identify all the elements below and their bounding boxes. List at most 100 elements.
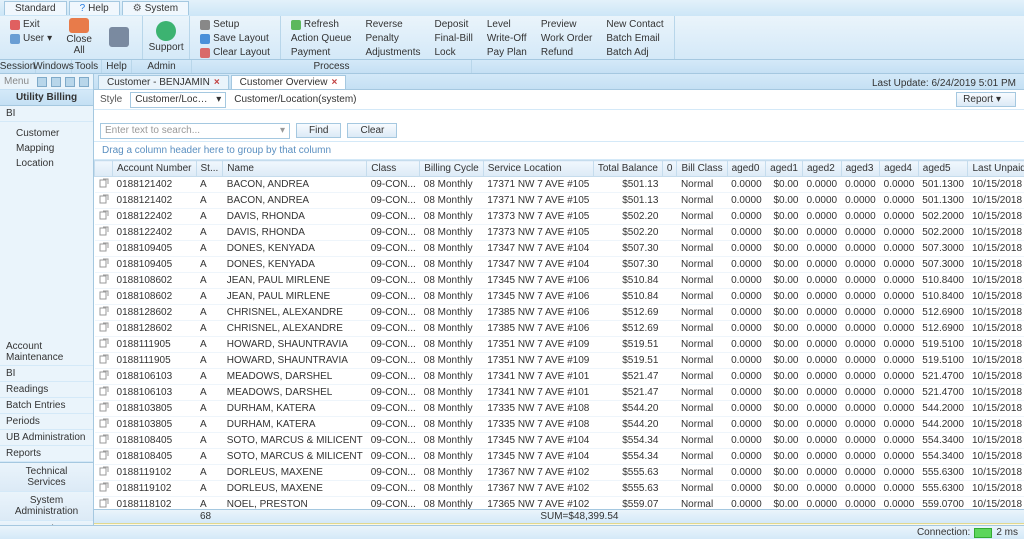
sidebar-section-bi[interactable]: BI xyxy=(0,106,93,122)
tab-standard[interactable]: Standard xyxy=(4,1,67,15)
style-combo[interactable]: Customer/Location(system)▾ xyxy=(130,92,226,108)
table-row[interactable]: 0188108602AJEAN, PAUL MIRLENE09-CON...08… xyxy=(95,273,1024,289)
table-row[interactable]: 0188111905AHOWARD, SHAUNTRAVIA09-CON...0… xyxy=(95,353,1024,369)
column-header[interactable]: aged3 xyxy=(841,161,880,177)
side-tech-services[interactable]: Technical Services xyxy=(0,463,93,492)
write-off-button[interactable]: Write-Off xyxy=(483,32,531,45)
column-header[interactable]: Total Balance xyxy=(593,161,662,177)
preview-button[interactable]: Preview xyxy=(537,18,597,31)
row-icon xyxy=(99,178,109,188)
menu-icon[interactable] xyxy=(65,77,75,87)
work-order-button[interactable]: Work Order xyxy=(537,32,597,45)
cell: 502.2000 xyxy=(918,225,968,241)
action-queue-button[interactable]: Action Queue xyxy=(287,32,356,45)
table-row[interactable]: 0188111905AHOWARD, SHAUNTRAVIA09-CON...0… xyxy=(95,337,1024,353)
deposit-button[interactable]: Deposit xyxy=(431,18,477,31)
lock-button[interactable]: Lock xyxy=(431,46,477,59)
search-input[interactable]: Enter text to search...▾ xyxy=(100,123,290,139)
table-row[interactable]: 0188128602ACHRISNEL, ALEXANDRE09-CON...0… xyxy=(95,305,1024,321)
column-header[interactable]: Billing Cycle xyxy=(420,161,483,177)
payment-button[interactable]: Payment xyxy=(287,46,356,59)
table-row[interactable]: 0188122402ADAVIS, RHONDA09-CON...08 Mont… xyxy=(95,225,1024,241)
table-row[interactable]: 0188108405ASOTO, MARCUS & MILICENT09-CON… xyxy=(95,433,1024,449)
data-grid[interactable]: Account NumberSt...NameClassBilling Cycl… xyxy=(94,159,1024,509)
table-row[interactable]: 0188109405ADONES, KENYADA09-CON...08 Mon… xyxy=(95,241,1024,257)
side-periods[interactable]: Periods xyxy=(0,414,93,430)
side-readings[interactable]: Readings xyxy=(0,382,93,398)
new-contact-button[interactable]: New Contact xyxy=(602,18,667,31)
menu-icon[interactable] xyxy=(79,77,89,87)
tree-mapping[interactable]: Mapping xyxy=(16,141,93,156)
column-header[interactable]: Account Number xyxy=(113,161,196,177)
side-account-maint[interactable]: Account Maintenance xyxy=(0,339,93,366)
table-row[interactable]: 0188118102ANOEL, PRESTON09-CON...08 Mont… xyxy=(95,497,1024,510)
clear-button[interactable]: Clear xyxy=(347,123,397,138)
column-header[interactable]: aged1 xyxy=(766,161,803,177)
close-icon[interactable]: × xyxy=(331,77,337,88)
clear-layout-button[interactable]: Clear Layout xyxy=(196,46,274,59)
side-batch-entries[interactable]: Batch Entries xyxy=(0,398,93,414)
column-header[interactable]: Service Location xyxy=(483,161,593,177)
refund-button[interactable]: Refund xyxy=(537,46,597,59)
report-button[interactable]: Report ▾ xyxy=(956,92,1016,107)
exit-button[interactable]: Exit xyxy=(6,18,56,31)
column-header[interactable]: Last Unpaid Due Dt xyxy=(968,161,1024,177)
side-sys-admin[interactable]: System Administration xyxy=(0,492,93,521)
table-row[interactable]: 0188103805ADURHAM, KATERA09-CON...08 Mon… xyxy=(95,401,1024,417)
tree-location[interactable]: Location xyxy=(16,156,93,171)
column-header[interactable]: St... xyxy=(196,161,223,177)
cell: Normal xyxy=(677,497,727,510)
adjustments-button[interactable]: Adjustments xyxy=(361,46,424,59)
cell: 0.0000 xyxy=(841,273,880,289)
level-button[interactable]: Level xyxy=(483,18,531,31)
close-all-button[interactable]: Close All xyxy=(62,18,96,56)
column-header[interactable]: aged2 xyxy=(802,161,841,177)
table-row[interactable]: 0188122402ADAVIS, RHONDA09-CON...08 Mont… xyxy=(95,209,1024,225)
table-row[interactable]: 0188128602ACHRISNEL, ALEXANDRE09-CON...0… xyxy=(95,321,1024,337)
close-icon[interactable]: × xyxy=(214,77,220,88)
user-button[interactable]: User ▾ xyxy=(6,32,56,45)
cell: 0.0000 xyxy=(727,481,766,497)
reverse-button[interactable]: Reverse xyxy=(361,18,424,31)
batch-adj-button[interactable]: Batch Adj xyxy=(602,46,667,59)
table-row[interactable]: 0188109405ADONES, KENYADA09-CON...08 Mon… xyxy=(95,257,1024,273)
column-header[interactable]: Bill Class xyxy=(677,161,727,177)
pay-plan-button[interactable]: Pay Plan xyxy=(483,46,531,59)
column-header[interactable]: aged0 xyxy=(727,161,766,177)
table-row[interactable]: 0188106103AMEADOWS, DARSHEL09-CON...08 M… xyxy=(95,369,1024,385)
refresh-button[interactable]: Refresh xyxy=(287,18,356,31)
table-row[interactable]: 0188106103AMEADOWS, DARSHEL09-CON...08 M… xyxy=(95,385,1024,401)
batch-email-button[interactable]: Batch Email xyxy=(602,32,667,45)
print-button[interactable] xyxy=(102,18,136,56)
find-button[interactable]: Find xyxy=(296,123,341,138)
penalty-button[interactable]: Penalty xyxy=(361,32,424,45)
tab-customer-benjamin[interactable]: Customer - BENJAMIN× xyxy=(98,75,229,89)
side-ub-admin[interactable]: UB Administration xyxy=(0,430,93,446)
support-button[interactable]: Support xyxy=(149,18,183,56)
column-header[interactable]: Name xyxy=(223,161,367,177)
table-row[interactable]: 0188121402ABACON, ANDREA09-CON...08 Mont… xyxy=(95,177,1024,193)
side-bi[interactable]: BI xyxy=(0,366,93,382)
column-header[interactable]: aged4 xyxy=(880,161,919,177)
tab-help[interactable]: ?Help xyxy=(69,1,120,15)
final-bill-button[interactable]: Final-Bill xyxy=(431,32,477,45)
save-layout-button[interactable]: Save Layout xyxy=(196,32,274,45)
setup-button[interactable]: Setup xyxy=(196,18,274,31)
side-reports[interactable]: Reports xyxy=(0,446,93,462)
column-header[interactable]: Class xyxy=(367,161,420,177)
table-row[interactable]: 0188121402ABACON, ANDREA09-CON...08 Mont… xyxy=(95,193,1024,209)
table-row[interactable]: 0188108405ASOTO, MARCUS & MILICENT09-CON… xyxy=(95,449,1024,465)
column-header[interactable] xyxy=(95,161,113,177)
menu-icon[interactable] xyxy=(37,77,47,87)
column-header[interactable]: aged5 xyxy=(918,161,968,177)
table-row[interactable]: 0188103805ADURHAM, KATERA09-CON...08 Mon… xyxy=(95,417,1024,433)
table-row[interactable]: 0188108602AJEAN, PAUL MIRLENE09-CON...08… xyxy=(95,289,1024,305)
tab-customer-overview[interactable]: Customer Overview× xyxy=(231,75,347,89)
tab-system[interactable]: ⚙System xyxy=(122,1,189,15)
menu-icon[interactable] xyxy=(51,77,61,87)
table-row[interactable]: 0188119102ADORLEUS, MAXENE09-CON...08 Mo… xyxy=(95,481,1024,497)
column-header[interactable]: 0 xyxy=(662,161,677,177)
tree-customer[interactable]: Customer xyxy=(16,126,93,141)
cell: DORLEUS, MAXENE xyxy=(223,481,367,497)
table-row[interactable]: 0188119102ADORLEUS, MAXENE09-CON...08 Mo… xyxy=(95,465,1024,481)
